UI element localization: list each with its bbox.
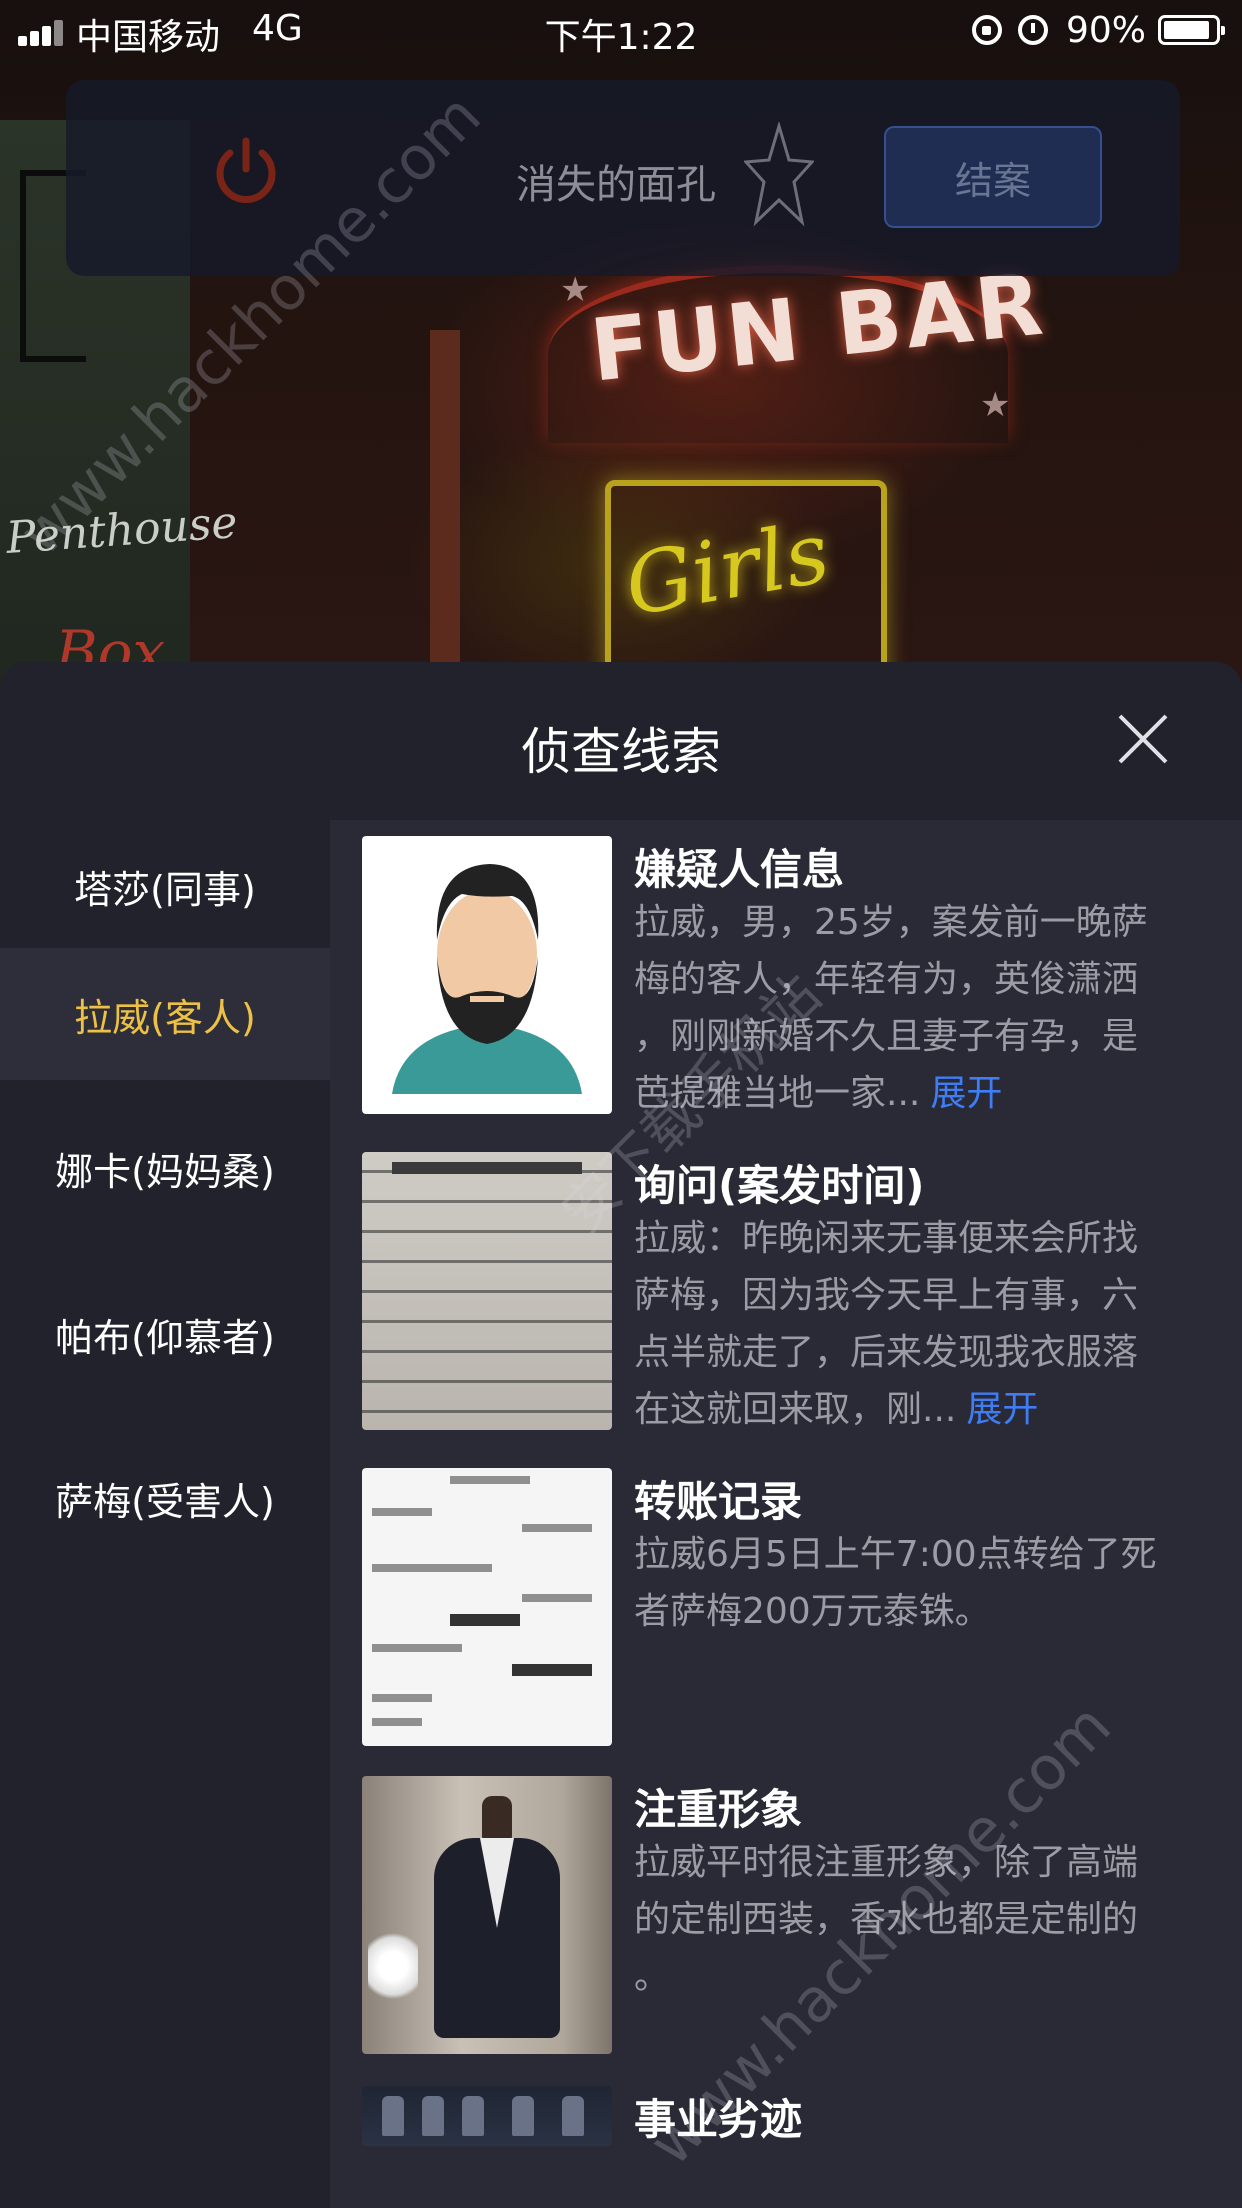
suspect-sidebar: 塔莎(同事) 拉威(客人) 娜卡(妈妈桑) 帕布(仰慕者) 萨梅(受害人)	[0, 820, 330, 2208]
clue-item[interactable]: 事业劣迹	[362, 2086, 1222, 2208]
expand-link[interactable]: 展开	[930, 1073, 1002, 1114]
sidebar-item-label: 娜卡(妈妈桑)	[55, 1149, 275, 1194]
battery-icon	[1158, 15, 1225, 45]
suit-photo-image	[362, 1776, 612, 2054]
scene-pole	[430, 330, 460, 700]
close-case-button[interactable]: 结案	[884, 126, 1102, 228]
close-icon[interactable]	[1116, 712, 1170, 766]
clue-title: 转账记录	[634, 1477, 803, 1526]
sidebar-item-lawei[interactable]: 拉威(客人)	[0, 948, 330, 1080]
clue-title: 嫌疑人信息	[634, 845, 845, 894]
clue-list: 嫌疑人信息 拉威，男，25岁，案发前一晚萨 梅的客人，年轻有为，英俊潇洒 ，刚刚…	[330, 820, 1242, 2208]
sidebar-item-tasha[interactable]: 塔莎(同事)	[0, 820, 330, 952]
star-icon: ★	[980, 385, 1011, 425]
clue-description: 拉威：昨晚闲来无事便来会所找 萨梅，因为我今天早上有事，六 点半就走了，后来发现…	[634, 1218, 1139, 1430]
suspect-avatar-image	[362, 836, 612, 1114]
sidebar-item-label: 帕布(仰慕者)	[55, 1315, 275, 1360]
clue-description: 拉威平时很注重形象，除了高端 的定制西装，香水也都是定制的 。	[634, 1842, 1139, 1997]
interrogation-document-image	[362, 1152, 612, 1430]
expand-link[interactable]: 展开	[966, 1389, 1038, 1430]
sidebar-item-naka[interactable]: 娜卡(妈妈桑)	[0, 1102, 330, 1234]
bar-photo-image	[362, 2086, 612, 2146]
status-bar: 中国移动 4G 下午1:22 90%	[0, 0, 1242, 64]
alarm-icon	[1017, 15, 1048, 45]
transfer-receipt-image	[362, 1468, 612, 1746]
sidebar-item-label: 拉威(客人)	[74, 995, 256, 1040]
clue-item[interactable]: 询问(案发时间) 拉威：昨晚闲来无事便来会所找 萨梅，因为我今天早上有事，六 点…	[362, 1152, 1222, 1442]
star-icon: ★	[560, 270, 591, 310]
sidebar-item-pabu[interactable]: 帕布(仰慕者)	[0, 1268, 330, 1400]
clue-panel: 侦查线索 塔莎(同事) 拉威(客人) 娜卡(妈妈桑) 帕布(仰慕者) 萨梅(受害…	[0, 662, 1242, 2208]
star-outline-icon	[744, 122, 814, 227]
clue-description: 拉威6月5日上午7:00点转给了死 者萨梅200万元泰铢。	[634, 1534, 1157, 1632]
clue-title: 询问(案发时间)	[634, 1161, 925, 1210]
clue-item[interactable]: 嫌疑人信息 拉威，男，25岁，案发前一晚萨 梅的客人，年轻有为，英俊潇洒 ，刚刚…	[362, 836, 1222, 1126]
sidebar-item-label: 萨梅(受害人)	[55, 1479, 275, 1524]
clue-title: 注重形象	[634, 1785, 803, 1834]
case-title: 消失的面孔	[516, 162, 716, 208]
sidebar-item-samei[interactable]: 萨梅(受害人)	[0, 1432, 330, 1564]
sidebar-item-label: 塔莎(同事)	[74, 867, 256, 912]
battery-percent: 90%	[1065, 9, 1146, 51]
clue-title: 事业劣迹	[634, 2095, 803, 2144]
panel-title: 侦查线索	[521, 723, 721, 781]
clue-description: 拉威，男，25岁，案发前一晚萨 梅的客人，年轻有为，英俊潇洒 ，刚刚新婚不久且妻…	[634, 902, 1148, 1114]
rotation-lock-icon	[971, 15, 1002, 45]
power-icon[interactable]	[210, 135, 282, 207]
clue-item[interactable]: 转账记录 拉威6月5日上午7:00点转给了死 者萨梅200万元泰铢。	[362, 1468, 1222, 1758]
clue-item[interactable]: 注重形象 拉威平时很注重形象，除了高端 的定制西装，香水也都是定制的 。	[362, 1776, 1222, 2066]
